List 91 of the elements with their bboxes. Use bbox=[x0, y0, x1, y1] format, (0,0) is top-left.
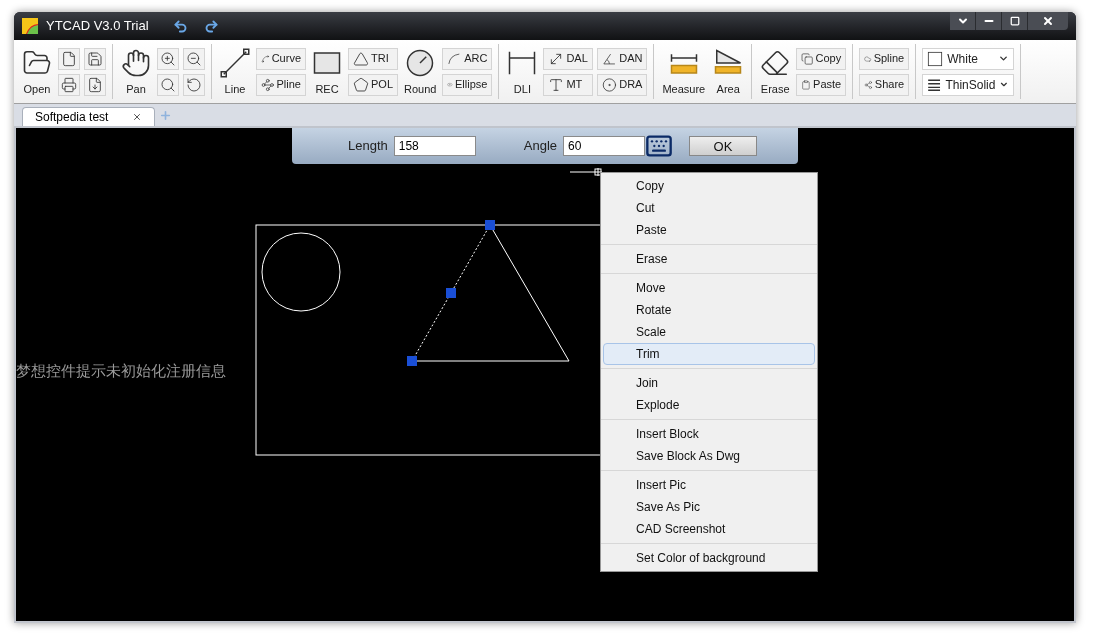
toolbar-button[interactable]: Spline bbox=[859, 47, 910, 70]
circle-icon bbox=[405, 47, 436, 78]
menu-item[interactable]: Explode bbox=[603, 394, 815, 416]
input-field[interactable]: 60 bbox=[563, 136, 645, 156]
zoom-in-icon bbox=[160, 50, 176, 67]
toolbar-button[interactable]: DLI bbox=[505, 47, 540, 96]
menu-item[interactable]: Trim bbox=[603, 343, 815, 365]
line-icon bbox=[220, 47, 250, 78]
toolbar-button[interactable]: MT bbox=[543, 73, 594, 96]
toolbar-button[interactable]: Share bbox=[859, 73, 910, 96]
undo-icon[interactable] bbox=[172, 18, 188, 34]
crosshair-cursor bbox=[569, 167, 603, 177]
redo-icon[interactable] bbox=[203, 18, 219, 34]
zoom-out-icon bbox=[186, 50, 202, 67]
text-icon bbox=[548, 76, 565, 93]
toolbar-button[interactable]: Erase bbox=[758, 47, 793, 96]
copy-icon bbox=[801, 50, 814, 67]
dropdown[interactable]: White bbox=[922, 47, 1015, 70]
pentagon-icon bbox=[353, 76, 369, 93]
toolbar-button[interactable]: Round bbox=[402, 47, 439, 96]
menu-item[interactable]: Rotate bbox=[603, 299, 815, 321]
grip-handle[interactable] bbox=[485, 220, 495, 230]
toolbar-button[interactable]: Copy bbox=[796, 47, 847, 70]
toolbar-button[interactable]: Line bbox=[218, 47, 252, 96]
zoom-icon bbox=[160, 76, 176, 93]
registration-notice: 梦想控件提示未初始化注册信息 bbox=[16, 361, 226, 382]
toolbar-button[interactable] bbox=[84, 47, 106, 70]
grip-handle[interactable] bbox=[407, 356, 417, 366]
toolbar-button[interactable]: TRI bbox=[348, 47, 398, 70]
triangle-icon bbox=[353, 50, 369, 67]
toolbar-button[interactable]: Ellipse bbox=[442, 73, 493, 96]
toolbar-button[interactable]: POL bbox=[348, 73, 398, 96]
toolbar-button[interactable] bbox=[157, 47, 179, 70]
menu-item[interactable]: CAD Screenshot bbox=[603, 518, 815, 540]
toolbar-button[interactable]: Pan bbox=[119, 47, 153, 96]
toolbar-button[interactable]: DRA bbox=[597, 73, 648, 96]
save-icon bbox=[87, 50, 103, 67]
menu-item[interactable]: Scale bbox=[603, 321, 815, 343]
ok-button[interactable]: OK bbox=[689, 136, 757, 156]
toolbar-button[interactable] bbox=[58, 73, 80, 96]
toolbar-button[interactable] bbox=[157, 73, 179, 96]
menu-item[interactable]: Move bbox=[603, 277, 815, 299]
toolbar-button[interactable]: Pline bbox=[256, 73, 306, 96]
toolbar-button[interactable]: Curve bbox=[256, 47, 306, 70]
window-title: YTCAD V3.0 Trial bbox=[46, 17, 149, 36]
menu-item[interactable]: Erase bbox=[603, 248, 815, 270]
rotate-icon bbox=[186, 76, 202, 93]
pdf-file-icon bbox=[87, 76, 103, 93]
caret-icon bbox=[998, 53, 1010, 64]
toolbar-button[interactable]: Paste bbox=[796, 73, 847, 96]
menu-item[interactable]: Save As Pic bbox=[603, 496, 815, 518]
menu-item[interactable]: Join bbox=[603, 372, 815, 394]
close-button[interactable] bbox=[1028, 12, 1068, 30]
radius-icon bbox=[602, 76, 618, 93]
grip-handle[interactable] bbox=[446, 288, 456, 298]
menu-item[interactable]: Save Block As Dwg bbox=[603, 445, 815, 467]
toolbar-button[interactable]: DAL bbox=[543, 47, 594, 70]
printer-icon bbox=[61, 76, 77, 93]
menu-item[interactable]: Paste bbox=[603, 219, 815, 241]
polyline-icon bbox=[261, 76, 275, 93]
toolbar-button[interactable]: Area bbox=[711, 47, 746, 96]
menu-item[interactable]: Set Color of background bbox=[603, 547, 815, 569]
maximize-icon bbox=[1009, 16, 1020, 26]
toolbar-button[interactable] bbox=[84, 73, 106, 96]
toolbar-button[interactable]: DAN bbox=[597, 47, 648, 70]
dropdown[interactable]: ThinSolid bbox=[922, 73, 1015, 96]
file-icon bbox=[61, 50, 77, 67]
toolbar-button[interactable]: Open bbox=[20, 47, 54, 96]
minimize-button[interactable] bbox=[976, 12, 1002, 30]
menu-item[interactable]: Insert Block bbox=[603, 423, 815, 445]
close-tab-icon[interactable] bbox=[132, 112, 143, 122]
menu-item[interactable]: Insert Pic bbox=[603, 474, 815, 496]
app-logo bbox=[22, 18, 38, 34]
toolbar-button[interactable] bbox=[183, 47, 205, 70]
menu-item[interactable]: Cut bbox=[603, 197, 815, 219]
toolbar-button[interactable] bbox=[58, 47, 80, 70]
toolbar-button[interactable]: Measure bbox=[660, 47, 708, 96]
toolbar-button[interactable] bbox=[183, 73, 205, 96]
menu-button[interactable] bbox=[950, 12, 976, 30]
close-icon bbox=[1042, 15, 1054, 27]
document-tab[interactable]: Softpedia test bbox=[22, 107, 156, 126]
toolbar-button[interactable]: ARC bbox=[442, 47, 493, 70]
field-label: Angle bbox=[523, 137, 557, 156]
field-label: Length bbox=[348, 137, 388, 156]
input-field[interactable]: 158 bbox=[393, 136, 476, 156]
menu-item[interactable]: Copy bbox=[603, 175, 815, 197]
color-swatch-icon bbox=[927, 50, 944, 67]
tab-label: Softpedia test bbox=[35, 109, 109, 126]
hand-icon bbox=[121, 47, 151, 78]
toolbar-button[interactable]: REC bbox=[310, 47, 344, 96]
maximize-button[interactable] bbox=[1002, 12, 1028, 30]
